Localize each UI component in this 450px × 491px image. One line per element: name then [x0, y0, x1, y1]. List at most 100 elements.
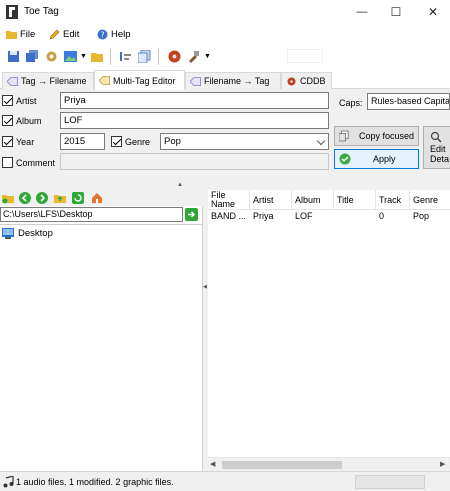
cell-album: LOF — [295, 211, 313, 221]
comment-checkbox[interactable] — [2, 157, 13, 168]
tab-bar: Tag → Filename Multi-Tag Editor Filename… — [0, 70, 450, 90]
home-icon[interactable] — [91, 192, 103, 204]
copy-focused-button[interactable]: Copy focused — [334, 126, 419, 146]
genre-label: Genre — [125, 137, 151, 147]
tag-icon — [7, 76, 18, 86]
chevron-down-icon[interactable]: ▼ — [80, 53, 87, 60]
column-header-genre[interactable]: Genre — [410, 190, 450, 210]
artist-checkbox[interactable] — [2, 95, 13, 106]
minimize-button[interactable]: — — [347, 0, 377, 24]
pencil-icon — [49, 29, 60, 39]
forward-icon[interactable] — [36, 192, 48, 204]
menu-help[interactable]: ? Help — [97, 27, 131, 41]
artist-field[interactable]: Priya — [60, 92, 329, 109]
back-icon[interactable] — [19, 192, 31, 204]
tag-editor-form: Artist Priya Album LOF Year 2015 Genre P… — [0, 89, 450, 184]
genre-checkbox[interactable] — [111, 136, 122, 147]
horizontal-scrollbar[interactable]: ◀ ▶ — [208, 457, 450, 471]
chevron-down-icon — [316, 136, 326, 146]
magnifier-icon — [430, 131, 442, 143]
toolbar: ▼ ▼ — [0, 44, 450, 70]
music-note-icon — [3, 476, 14, 488]
status-text: 1 audio files. 1 modified. 2 graphic fil… — [16, 477, 174, 487]
tree-item-desktop[interactable]: Desktop — [2, 228, 53, 239]
genre-select[interactable]: Pop — [160, 133, 329, 150]
comment-label: Comment — [16, 158, 56, 168]
cell-artist: Priya — [253, 211, 274, 221]
folder-open-icon[interactable] — [91, 50, 104, 63]
menu-edit[interactable]: Edit — [49, 27, 79, 41]
cell-title — [334, 211, 376, 222]
apply-button[interactable]: Apply — [334, 149, 419, 169]
edit-details-button[interactable]: Edit Deta — [423, 126, 450, 169]
folder-toolbar — [0, 190, 203, 206]
sort-icon[interactable] — [119, 50, 132, 63]
status-bar: 1 audio files. 1 modified. 2 graphic fil… — [0, 471, 450, 491]
cell-genre: Pop — [413, 211, 430, 221]
column-header-artist[interactable]: Artist — [250, 190, 292, 210]
cell-file-name: BAND ... — [211, 211, 247, 221]
menu-file[interactable]: File — [6, 27, 35, 41]
column-header-title[interactable]: Title — [334, 190, 376, 210]
cell-track: 0 — [379, 211, 385, 221]
up-folder-icon[interactable] — [54, 192, 66, 204]
tag-icon — [99, 76, 110, 85]
copy-icon[interactable] — [138, 50, 151, 63]
year-label: Year — [16, 137, 35, 147]
folder-add-icon[interactable] — [2, 192, 14, 204]
artist-label: Artist — [16, 96, 37, 106]
album-label: Album — [16, 116, 42, 126]
refresh-icon[interactable] — [72, 192, 84, 204]
title-bar: Toe Tag — ☐ ✕ — [0, 0, 450, 24]
album-checkbox[interactable] — [2, 115, 13, 126]
tab-cddb[interactable]: CDDB — [281, 72, 332, 89]
tab-filename-to-tag[interactable]: Filename → Tag — [185, 72, 281, 89]
year-field[interactable]: 2015 — [60, 133, 105, 150]
save-icon[interactable] — [7, 50, 20, 63]
file-list-header: File Name Artist Album Title Track Genre — [208, 190, 450, 210]
file-list: File Name Artist Album Title Track Genre… — [208, 190, 450, 471]
arrow-right-icon — [188, 211, 196, 218]
column-header-album[interactable]: Album — [292, 190, 334, 210]
column-header-file-name[interactable]: File Name — [208, 190, 250, 210]
chevron-down-icon[interactable]: ▼ — [204, 53, 211, 60]
gear-icon[interactable] — [45, 50, 58, 63]
maximize-button[interactable]: ☐ — [381, 0, 411, 24]
status-progress — [355, 475, 425, 489]
year-checkbox[interactable] — [2, 136, 13, 147]
scroll-right-icon[interactable]: ▶ — [440, 460, 445, 468]
splitter-grip-icon: ▲ — [177, 182, 183, 188]
svg-text:?: ? — [100, 30, 104, 39]
tag-icon — [190, 76, 201, 86]
window-title: Toe Tag — [24, 6, 59, 17]
comment-field[interactable] — [60, 153, 329, 170]
table-row[interactable]: BAND ... Priya LOF 0 Pop — [208, 211, 450, 222]
column-header-track[interactable]: Track — [376, 190, 410, 210]
desktop-icon — [2, 228, 14, 239]
scrollbar-thumb[interactable] — [222, 461, 342, 469]
toolbar-field[interactable] — [287, 49, 323, 63]
save-all-icon[interactable] — [26, 50, 39, 63]
scroll-left-icon[interactable]: ◀ — [210, 460, 215, 468]
folder-tree: Desktop — [0, 224, 202, 471]
cd-icon — [287, 77, 296, 85]
copy-icon — [339, 130, 349, 142]
folder-icon — [6, 30, 17, 39]
splitter-grip-icon: ◀ — [203, 284, 207, 290]
go-button[interactable] — [185, 208, 198, 221]
app-icon — [6, 5, 18, 19]
tab-tag-to-filename[interactable]: Tag → Filename — [2, 72, 94, 89]
close-button[interactable]: ✕ — [418, 0, 448, 24]
check-icon — [339, 153, 351, 165]
caps-label: Caps: — [339, 98, 363, 108]
tools-icon[interactable] — [187, 50, 200, 63]
menu-bar: File Edit ? Help — [0, 25, 450, 43]
path-input[interactable]: C:\Users\LFS\Desktop — [0, 207, 183, 222]
folder-pane: C:\Users\LFS\Desktop Desktop — [0, 190, 203, 471]
cd-icon[interactable] — [168, 50, 181, 63]
album-field[interactable]: LOF — [60, 112, 329, 129]
caps-select[interactable]: Rules-based Capita — [367, 93, 450, 110]
image-icon[interactable] — [64, 50, 77, 63]
tab-multi-tag-editor[interactable]: Multi-Tag Editor — [94, 70, 185, 90]
help-icon: ? — [97, 29, 108, 39]
